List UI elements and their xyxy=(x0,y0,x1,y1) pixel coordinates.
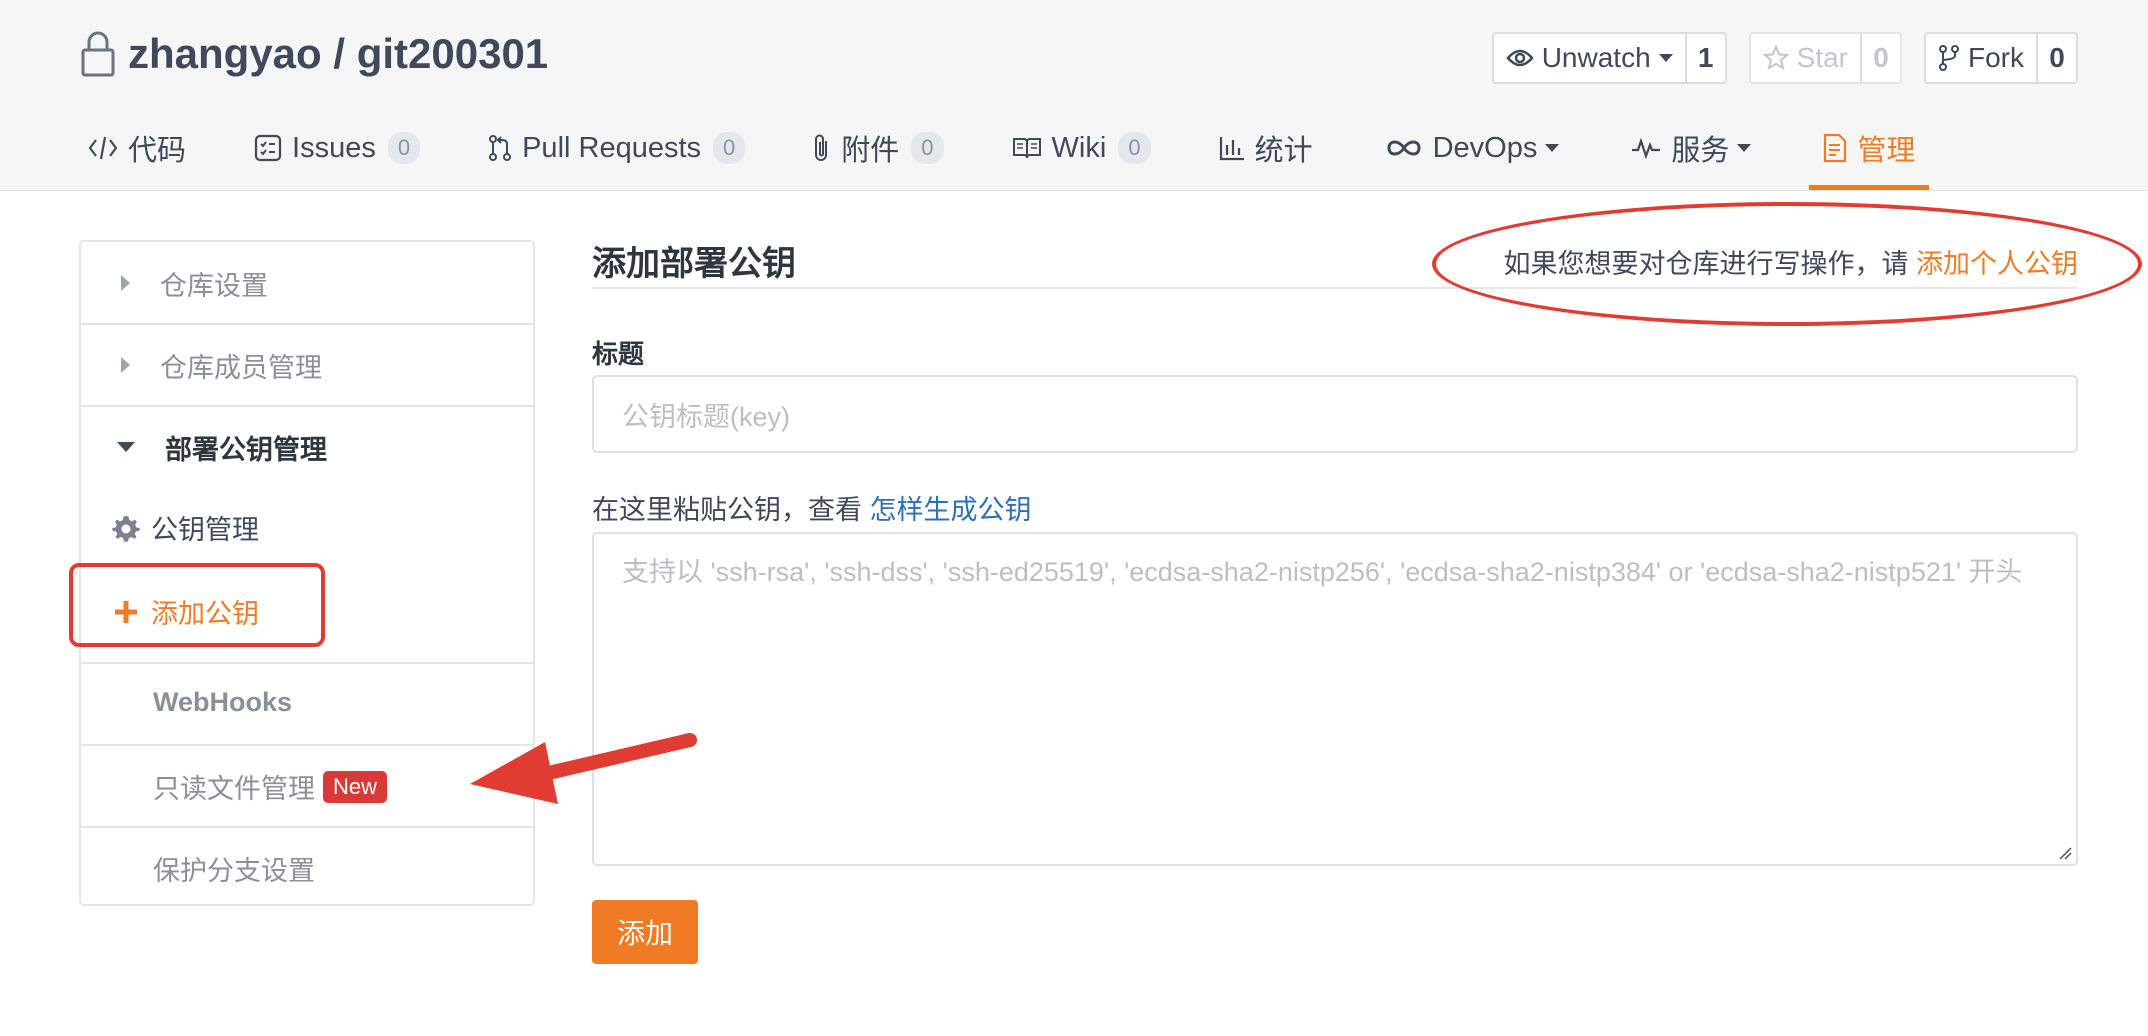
document-icon xyxy=(1824,133,1847,163)
infinity-icon xyxy=(1387,140,1421,156)
sidebar-item-webhooks[interactable]: WebHooks xyxy=(153,687,292,718)
issues-count-badge: 0 xyxy=(387,132,421,164)
pull-requests-count-badge: 0 xyxy=(713,132,746,164)
star-count[interactable]: 0 xyxy=(1862,34,1900,82)
unwatch-button[interactable]: Unwatch 1 xyxy=(1491,32,1727,84)
sidebar-item-readonly-files[interactable]: 只读文件管理 New xyxy=(153,767,388,806)
repo-name[interactable]: zhangyao / git200301 xyxy=(128,30,548,78)
caret-right-icon xyxy=(121,357,130,373)
annotation-highlight-box xyxy=(69,563,325,647)
attachments-count-badge: 0 xyxy=(911,132,944,164)
fork-count[interactable]: 0 xyxy=(2038,34,2076,82)
repo-tabs: 代码 Issues 0 Pull Requests 0 附件 0 Wiki 0 … xyxy=(88,118,1930,190)
gear-icon xyxy=(111,514,141,542)
repo-actions: Unwatch 1 Star 0 Fork 0 xyxy=(1491,32,2078,84)
watch-count[interactable]: 1 xyxy=(1687,34,1725,82)
repo-header: zhangyao / git200301 Unwatch 1 Star 0 Fo… xyxy=(0,0,2148,191)
sidebar-item-member-management[interactable]: 仓库成员管理 xyxy=(81,324,533,406)
public-key-textarea[interactable]: 支持以 'ssh-rsa', 'ssh-dss', 'ssh-ed25519',… xyxy=(592,532,2078,866)
new-badge: New xyxy=(323,770,388,803)
eye-icon xyxy=(1506,49,1534,67)
book-icon xyxy=(1012,138,1041,159)
divider xyxy=(81,826,533,828)
star-icon xyxy=(1762,45,1789,71)
chevron-down-icon xyxy=(1545,144,1560,152)
sidebar-item-repo-settings[interactable]: 仓库设置 xyxy=(81,242,533,324)
bar-chart-icon xyxy=(1219,137,1244,161)
key-title-input[interactable]: 公钥标题(key) xyxy=(592,375,2078,453)
annotation-highlight-ellipse xyxy=(1432,202,2142,326)
fork-button[interactable]: Fork 0 xyxy=(1924,32,2078,84)
how-to-generate-key-link[interactable]: 怎样生成公钥 xyxy=(870,495,1032,525)
divider xyxy=(81,744,533,746)
tab-devops[interactable]: DevOps xyxy=(1385,118,1560,178)
tab-attachments[interactable]: 附件 0 xyxy=(813,118,944,178)
annotation-arrow-icon xyxy=(470,733,697,804)
tab-wiki[interactable]: Wiki 0 xyxy=(1012,118,1151,178)
add-key-submit-button[interactable]: 添加 xyxy=(592,900,698,964)
sidebar-item-key-management[interactable]: 公钥管理 xyxy=(111,508,259,547)
caret-right-icon xyxy=(121,275,130,291)
tab-manage[interactable]: 管理 xyxy=(1809,118,1930,190)
tab-issues[interactable]: Issues 0 xyxy=(254,118,421,178)
tab-pull-requests[interactable]: Pull Requests 0 xyxy=(488,118,746,178)
star-button[interactable]: Star 0 xyxy=(1748,32,1902,84)
page-title: 添加部署公钥 xyxy=(592,245,796,283)
paperclip-icon xyxy=(815,134,828,161)
caret-down-icon xyxy=(117,442,135,452)
lock-icon xyxy=(81,31,115,77)
chevron-down-icon xyxy=(1658,54,1673,62)
sidebar-item-branch-protection[interactable]: 保护分支设置 xyxy=(153,849,315,888)
code-icon xyxy=(88,136,118,160)
tab-code[interactable]: 代码 xyxy=(88,118,186,178)
divider xyxy=(81,662,533,664)
sidebar-item-deploy-keys[interactable]: 部署公钥管理 xyxy=(81,406,533,488)
pull-request-icon xyxy=(489,135,512,161)
resize-grip-icon[interactable] xyxy=(2058,846,2072,860)
pulse-icon xyxy=(1632,137,1661,160)
tab-statistics[interactable]: 统计 xyxy=(1219,118,1313,178)
chevron-down-icon xyxy=(1737,144,1752,152)
issues-icon xyxy=(254,134,282,162)
wiki-count-badge: 0 xyxy=(1118,132,1151,164)
paste-key-label: 在这里粘贴公钥，查看 怎样生成公钥 xyxy=(592,495,1032,525)
tab-services[interactable]: 服务 xyxy=(1631,118,1752,178)
title-label: 标题 xyxy=(592,339,645,369)
repo-title: zhangyao / git200301 xyxy=(80,30,548,78)
fork-icon xyxy=(1939,45,1959,71)
